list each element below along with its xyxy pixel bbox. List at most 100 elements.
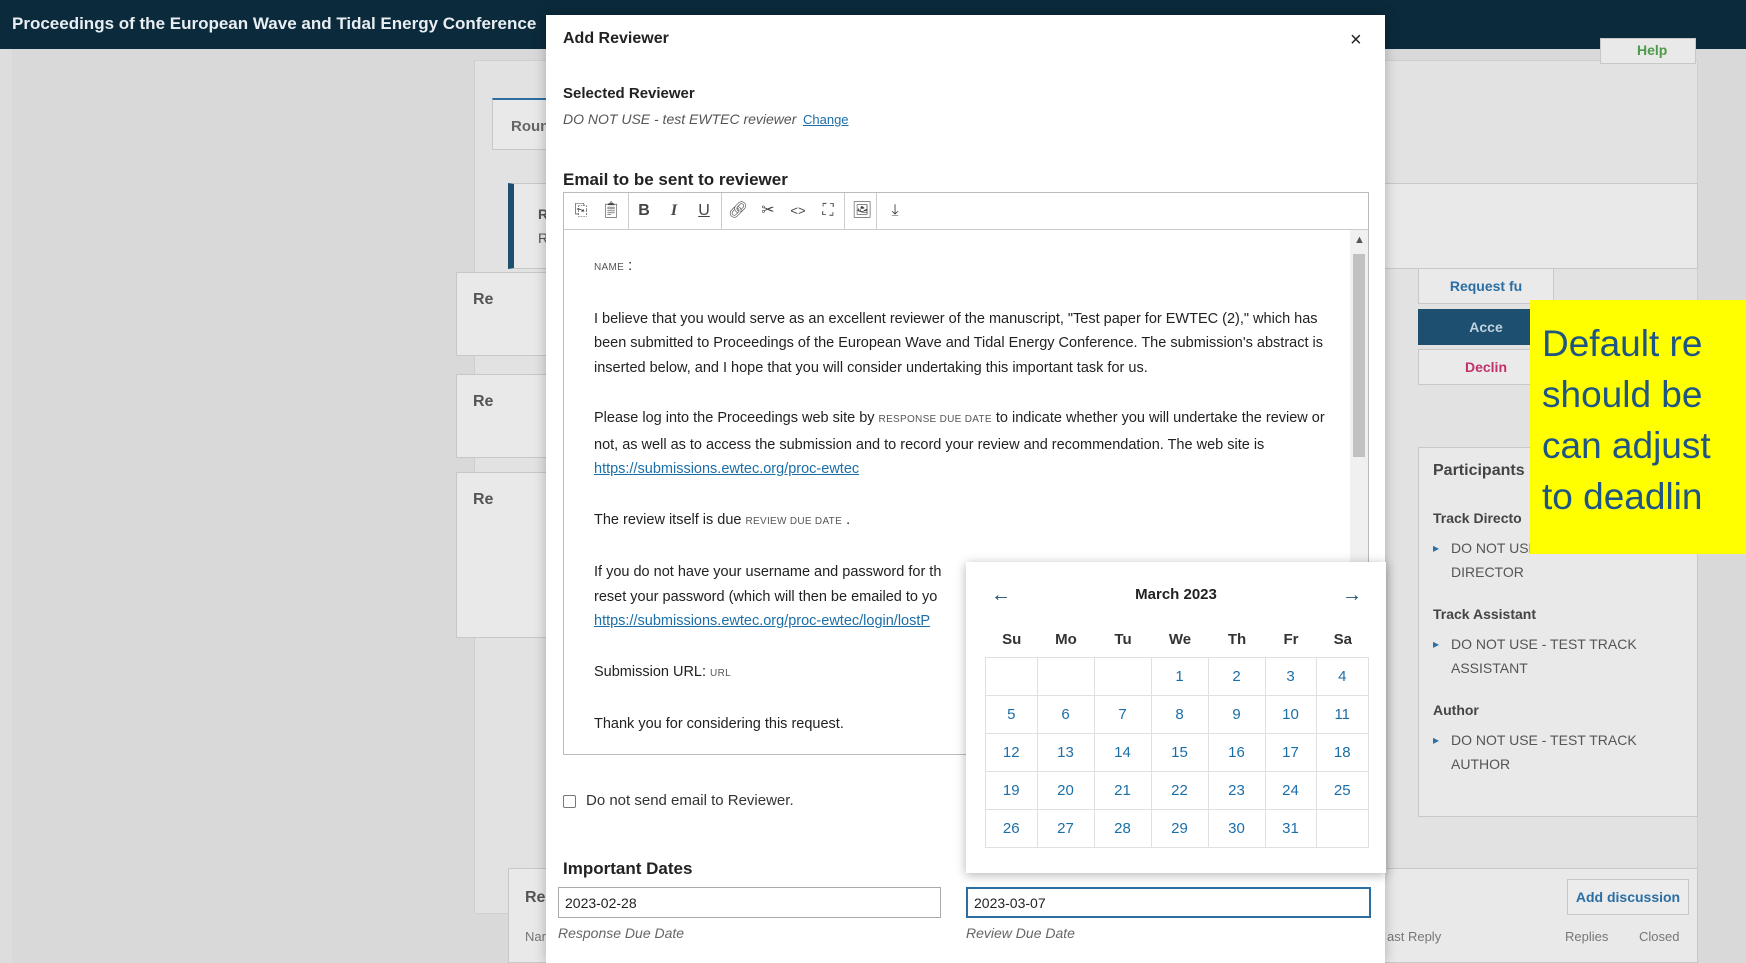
email-section-label: Email to be sent to reviewer xyxy=(563,170,788,189)
close-icon[interactable]: × xyxy=(1350,29,1362,52)
calendar-day[interactable]: 17 xyxy=(1264,733,1317,772)
skip-email-label: Do not send email to Reviewer. xyxy=(586,792,794,809)
annotation-text: Default re should be can adjust to deadl… xyxy=(1542,323,1711,517)
arrow-right-icon[interactable]: → xyxy=(1342,584,1362,607)
calendar-day[interactable]: 22 xyxy=(1150,771,1209,810)
template-variable: REVIEW DUE DATE xyxy=(745,515,843,527)
calendar-empty-cell: 0 xyxy=(1036,657,1095,696)
calendar-day[interactable]: 18 xyxy=(1315,733,1369,772)
calendar-day[interactable]: 8 xyxy=(1150,695,1209,734)
email-paragraph: I believe that you would serve as an exc… xyxy=(594,310,1323,376)
weekday-label: Sa xyxy=(1333,631,1352,648)
response-due-date-input[interactable] xyxy=(558,887,941,918)
weekday-label: We xyxy=(1168,631,1192,648)
calendar-days: 0001234567891011121314151617181920212223… xyxy=(985,657,1369,848)
weekday-label: Su xyxy=(1002,631,1022,648)
calendar-grid: SuMoTuWeThFrSa 0001234567891011121314151… xyxy=(985,622,1369,848)
unlink-icon[interactable]: ✂ xyxy=(755,199,781,223)
calendar-day[interactable]: 26 xyxy=(985,809,1038,848)
calendar-empty-cell: 0 xyxy=(1093,657,1152,696)
calendar-day[interactable]: 28 xyxy=(1093,809,1152,848)
participant-item[interactable]: DO NOT USE - TEST TRACK AUTHOR xyxy=(1433,728,1681,776)
upload-icon[interactable]: ⤓ xyxy=(882,199,908,223)
calendar-day[interactable]: 15 xyxy=(1150,733,1209,772)
calendar-month-title: March 2023 xyxy=(1135,586,1217,603)
email-text: Please log into the Proceedings web site… xyxy=(594,410,875,426)
participant-item[interactable]: DO NOT USE - TEST TRACK ASSISTANT xyxy=(1433,632,1681,680)
paste-icon[interactable]: 📋︎ xyxy=(598,199,624,223)
calendar-empty-cell: 0 xyxy=(985,657,1038,696)
calendar-day[interactable]: 29 xyxy=(1150,809,1209,848)
email-text: reset your password (which will then be … xyxy=(594,588,938,605)
link-icon[interactable]: 🔗︎ xyxy=(725,199,751,223)
calendar-day[interactable]: 7 xyxy=(1093,695,1152,734)
calendar-empty-cell: 0 xyxy=(1315,809,1369,848)
section-heading: Re xyxy=(473,291,494,308)
calendar-day[interactable]: 27 xyxy=(1036,809,1095,848)
site-link[interactable]: https://submissions.ewtec.org/proc-ewtec xyxy=(594,461,859,477)
copy-icon[interactable]: ⎘ xyxy=(568,199,594,223)
lost-password-link[interactable]: https://submissions.ewtec.org/proc-ewtec… xyxy=(594,613,930,629)
image-icon[interactable]: 🖼︎ xyxy=(849,199,875,223)
site-title[interactable]: Proceedings of the European Wave and Tid… xyxy=(12,14,536,34)
calendar-day[interactable]: 24 xyxy=(1264,771,1317,810)
calendar-day[interactable]: 10 xyxy=(1264,695,1317,734)
add-discussion-button[interactable]: Add discussion xyxy=(1567,879,1689,915)
italic-icon[interactable]: I xyxy=(661,199,687,223)
section-heading: Re xyxy=(473,393,494,410)
request-revisions-button[interactable]: Request fu xyxy=(1418,268,1554,304)
weekday-label: Th xyxy=(1227,631,1247,648)
section-heading: Re xyxy=(473,491,494,508)
modal-title: Add Reviewer xyxy=(563,30,669,47)
column-header-closed: Closed xyxy=(1639,929,1680,944)
calendar-day[interactable]: 30 xyxy=(1207,809,1266,848)
calendar-day[interactable]: 16 xyxy=(1207,733,1266,772)
datepicker-popup: ← March 2023 → SuMoTuWeThFrSa 0001234567… xyxy=(966,562,1386,873)
help-button[interactable]: Help xyxy=(1600,38,1696,64)
skip-email-checkbox[interactable] xyxy=(563,795,576,808)
calendar-day[interactable]: 12 xyxy=(985,733,1038,772)
calendar-day[interactable]: 19 xyxy=(985,771,1038,810)
calendar-day[interactable]: 1 xyxy=(1150,657,1209,696)
participant-group-label: Track Assistant xyxy=(1433,606,1536,622)
calendar-day[interactable]: 4 xyxy=(1315,657,1369,696)
calendar-day[interactable]: 13 xyxy=(1036,733,1095,772)
editor-toolbar: ⎘ 📋︎ B I U 🔗︎ ✂ <> ⛶ 🖼︎ ⤓ xyxy=(564,193,1368,230)
important-dates-label: Important Dates xyxy=(563,859,693,878)
change-reviewer-link[interactable]: Change xyxy=(803,112,849,127)
weekday-label: Tu xyxy=(1114,631,1132,648)
response-due-date-hint: Response Due Date xyxy=(558,925,685,941)
weekday-header-row: Su Mo Tu We Th Fr Sa xyxy=(986,622,1369,658)
review-due-date-hint: Review Due Date xyxy=(966,925,1075,941)
template-variable: RESPONSE DUE DATE xyxy=(878,414,992,425)
review-due-date-input[interactable] xyxy=(966,887,1371,918)
calendar-day[interactable]: 23 xyxy=(1207,771,1266,810)
email-text: Submission URL: xyxy=(594,663,707,680)
template-variable: NAME xyxy=(594,262,625,273)
calendar-day[interactable]: 25 xyxy=(1315,771,1369,810)
scroll-up-icon[interactable]: ▲ xyxy=(1354,234,1365,246)
bold-icon[interactable]: B xyxy=(631,199,657,223)
weekday-label: Fr xyxy=(1283,631,1299,648)
column-header-last-reply: ast Reply xyxy=(1387,929,1442,944)
email-text: The review itself is due xyxy=(594,511,742,528)
calendar-day[interactable]: 6 xyxy=(1036,695,1095,734)
fullscreen-icon[interactable]: ⛶ xyxy=(815,199,841,223)
scroll-thumb[interactable] xyxy=(1353,254,1365,457)
calendar-day[interactable]: 14 xyxy=(1093,733,1152,772)
selected-reviewer-name: DO NOT USE - test EWTEC reviewer xyxy=(563,111,797,127)
calendar-day[interactable]: 9 xyxy=(1207,695,1266,734)
underline-icon[interactable]: U xyxy=(691,199,717,223)
calendar-day[interactable]: 2 xyxy=(1207,657,1266,696)
calendar-day[interactable]: 5 xyxy=(985,695,1038,734)
calendar-day[interactable]: 21 xyxy=(1093,771,1152,810)
column-header-name: Nar xyxy=(525,929,546,944)
calendar-day[interactable]: 31 xyxy=(1264,809,1317,848)
annotation-callout: Default re should be can adjust to deadl… xyxy=(1530,300,1746,554)
participant-group-label: Author xyxy=(1433,702,1479,718)
template-variable: URL xyxy=(710,667,731,679)
calendar-day[interactable]: 3 xyxy=(1264,657,1317,696)
code-icon[interactable]: <> xyxy=(785,199,811,223)
calendar-day[interactable]: 11 xyxy=(1315,695,1369,734)
calendar-day[interactable]: 20 xyxy=(1036,771,1095,810)
